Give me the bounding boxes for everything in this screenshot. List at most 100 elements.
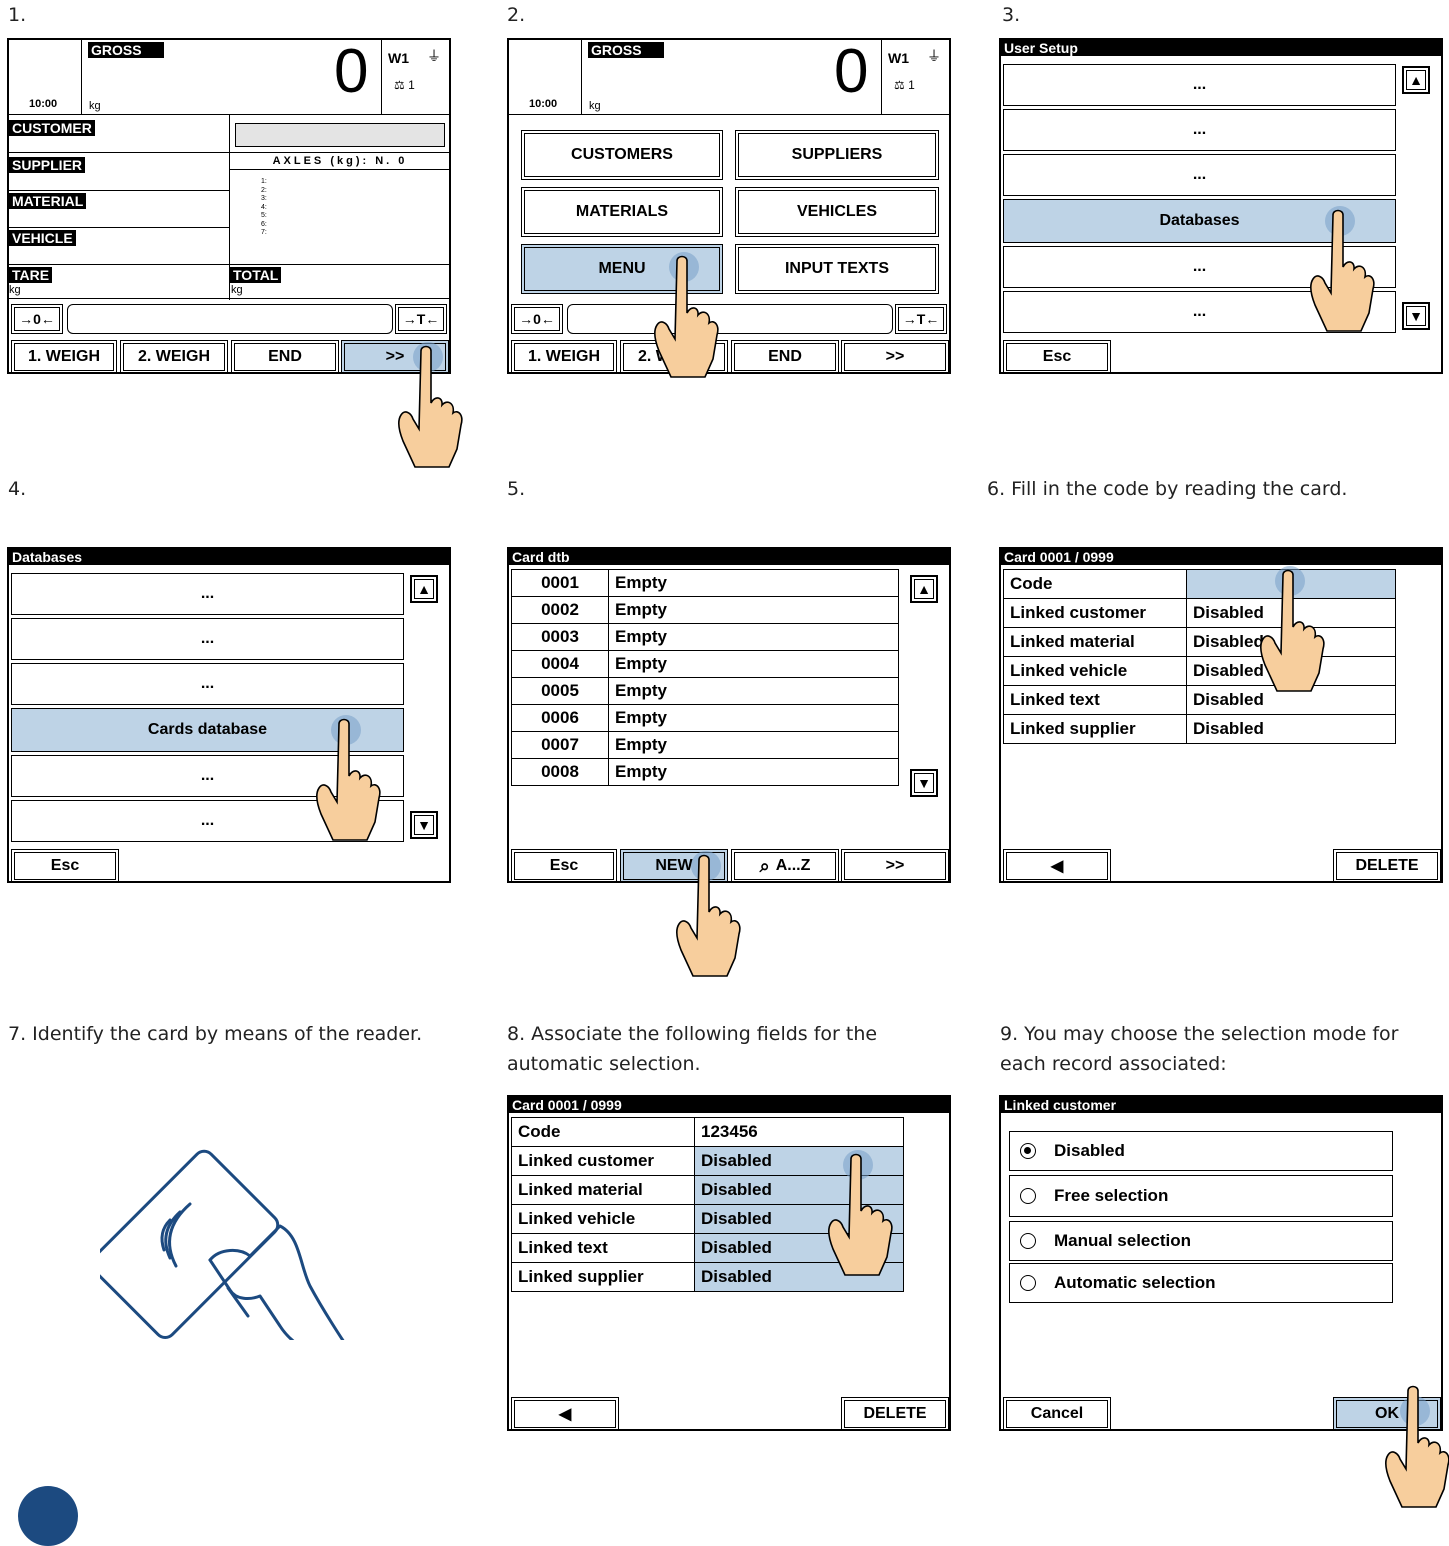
- card-number: 0001: [511, 569, 609, 597]
- customer-label: CUSTOMER: [9, 120, 95, 136]
- plug-icon: ⏚: [927, 48, 941, 64]
- setup-item[interactable]: ...: [1003, 64, 1396, 106]
- database-item[interactable]: ...: [11, 573, 404, 615]
- scroll-down-icon[interactable]: ▼: [1402, 302, 1430, 330]
- field-label: Linked vehicle: [511, 1204, 695, 1234]
- pointing-hand-icon: [676, 854, 741, 977]
- clock: 10:00: [529, 98, 558, 110]
- scale-id: W1: [388, 50, 409, 66]
- radio-button[interactable]: [1020, 1275, 1036, 1291]
- card-field-row[interactable]: Code 123456: [511, 1117, 904, 1147]
- vehicles-button[interactable]: VEHICLES: [735, 187, 939, 237]
- delete-button[interactable]: DELETE: [1333, 849, 1441, 881]
- axle-line: 1:: [261, 178, 267, 185]
- scroll-up-icon[interactable]: ▲: [410, 575, 438, 603]
- more-button[interactable]: >>: [841, 849, 949, 881]
- card-row[interactable]: 0001 Empty: [511, 569, 899, 597]
- card-status: Empty: [608, 623, 899, 651]
- database-item[interactable]: ...: [11, 663, 404, 705]
- axle-line: 5:: [261, 212, 267, 219]
- field-value[interactable]: Disabled: [1186, 714, 1396, 744]
- scroll-down-icon[interactable]: ▼: [910, 769, 938, 797]
- card-row[interactable]: 0006 Empty: [511, 704, 899, 732]
- radio-button[interactable]: [1020, 1188, 1036, 1204]
- card-status: Empty: [608, 758, 899, 786]
- zero-button[interactable]: →0←: [11, 304, 63, 334]
- weight-display: 0: [834, 38, 869, 106]
- field-label: Linked customer: [511, 1146, 695, 1176]
- pointing-hand-icon: [1385, 1385, 1449, 1508]
- customers-button[interactable]: CUSTOMERS: [521, 130, 723, 180]
- scroll-up-icon[interactable]: ▲: [1402, 66, 1430, 94]
- step-caption-8: 8. Associate the following fields for th…: [507, 1023, 878, 1075]
- screen-title: Card 0001 / 0999: [1001, 549, 1441, 565]
- back-arrow-button[interactable]: ◀: [1003, 849, 1111, 881]
- selection-option[interactable]: Automatic selection: [1009, 1263, 1393, 1303]
- card-field-row[interactable]: Linked material Disabled: [1003, 627, 1396, 657]
- card-row[interactable]: 0008 Empty: [511, 758, 899, 786]
- screen-title: User Setup: [1001, 40, 1441, 56]
- card-row[interactable]: 0005 Empty: [511, 677, 899, 705]
- more-button[interactable]: >>: [841, 340, 949, 372]
- screen-title: Card dtb: [509, 549, 949, 565]
- radio-button[interactable]: [1020, 1233, 1036, 1249]
- tare-label: TARE: [9, 267, 53, 283]
- input-texts-button[interactable]: INPUT TEXTS: [735, 244, 939, 294]
- card-row[interactable]: 0007 Empty: [511, 731, 899, 759]
- pointing-hand-icon: [828, 1153, 893, 1276]
- step-caption-1: 1.: [8, 4, 27, 26]
- search-button[interactable]: ⌕ A...Z: [731, 849, 839, 881]
- option-label: Disabled: [1054, 1141, 1125, 1160]
- database-item[interactable]: ...: [11, 618, 404, 660]
- pointing-hand-icon: [1260, 569, 1325, 692]
- esc-button[interactable]: Esc: [1003, 340, 1111, 372]
- field-label: Linked customer: [1003, 598, 1187, 628]
- card-edit-screen: Card 0001 / 0999 Code Linked customer Disa…: [999, 547, 1443, 883]
- selection-option[interactable]: Manual selection: [1009, 1221, 1393, 1261]
- step-caption-4: 4.: [8, 478, 27, 500]
- card-field-row[interactable]: Code: [1003, 569, 1396, 599]
- selection-option[interactable]: Free selection: [1009, 1175, 1393, 1217]
- end-button[interactable]: END: [731, 340, 839, 372]
- scroll-up-icon[interactable]: ▲: [910, 575, 938, 603]
- field-label: Linked supplier: [511, 1262, 695, 1292]
- card-field-row[interactable]: Linked customer Disabled: [1003, 598, 1396, 628]
- pointing-hand-icon: [398, 345, 463, 468]
- card-field-row[interactable]: Linked text Disabled: [1003, 685, 1396, 715]
- card-row[interactable]: 0004 Empty: [511, 650, 899, 678]
- selection-option[interactable]: Disabled: [1009, 1131, 1393, 1171]
- delete-button[interactable]: DELETE: [841, 1397, 949, 1429]
- radio-button[interactable]: [1020, 1143, 1036, 1159]
- card-row[interactable]: 0003 Empty: [511, 623, 899, 651]
- back-arrow-button[interactable]: ◀: [511, 1397, 619, 1429]
- second-weigh-button[interactable]: 2. WEIGH: [120, 340, 228, 372]
- first-weigh-button[interactable]: 1. WEIGH: [511, 340, 617, 372]
- tare-button[interactable]: →T←: [895, 304, 947, 334]
- step-caption-6: 6. Fill in the code by reading the card.: [987, 478, 1348, 500]
- gross-label: GROSS: [588, 42, 664, 58]
- card-field-row[interactable]: Linked vehicle Disabled: [1003, 656, 1396, 686]
- suppliers-button[interactable]: SUPPLIERS: [735, 130, 939, 180]
- setup-item[interactable]: ...: [1003, 109, 1396, 151]
- customer-input[interactable]: [235, 123, 445, 147]
- esc-button[interactable]: Esc: [511, 849, 617, 881]
- field-value[interactable]: 123456: [694, 1117, 904, 1147]
- materials-button[interactable]: MATERIALS: [521, 187, 723, 237]
- axle-line: 6:: [261, 220, 267, 228]
- scroll-down-icon[interactable]: ▼: [410, 811, 438, 839]
- card-row[interactable]: 0002 Empty: [511, 596, 899, 624]
- esc-button[interactable]: Esc: [11, 849, 119, 881]
- zero-button[interactable]: →0←: [511, 304, 563, 334]
- first-weigh-button[interactable]: 1. WEIGH: [11, 340, 117, 372]
- tare-button[interactable]: →T←: [395, 304, 447, 334]
- supplier-label: SUPPLIER: [9, 157, 86, 173]
- card-status: Empty: [608, 731, 899, 759]
- cancel-button[interactable]: Cancel: [1003, 1397, 1111, 1429]
- card-number: 0003: [511, 623, 609, 651]
- setup-item[interactable]: ...: [1003, 154, 1396, 196]
- card-field-row[interactable]: Linked supplier Disabled: [1003, 714, 1396, 744]
- clock: 10:00: [29, 98, 58, 110]
- screen-title: Linked customer: [1001, 1097, 1441, 1113]
- end-button[interactable]: END: [231, 340, 339, 372]
- step-caption-2: 2.: [507, 4, 526, 26]
